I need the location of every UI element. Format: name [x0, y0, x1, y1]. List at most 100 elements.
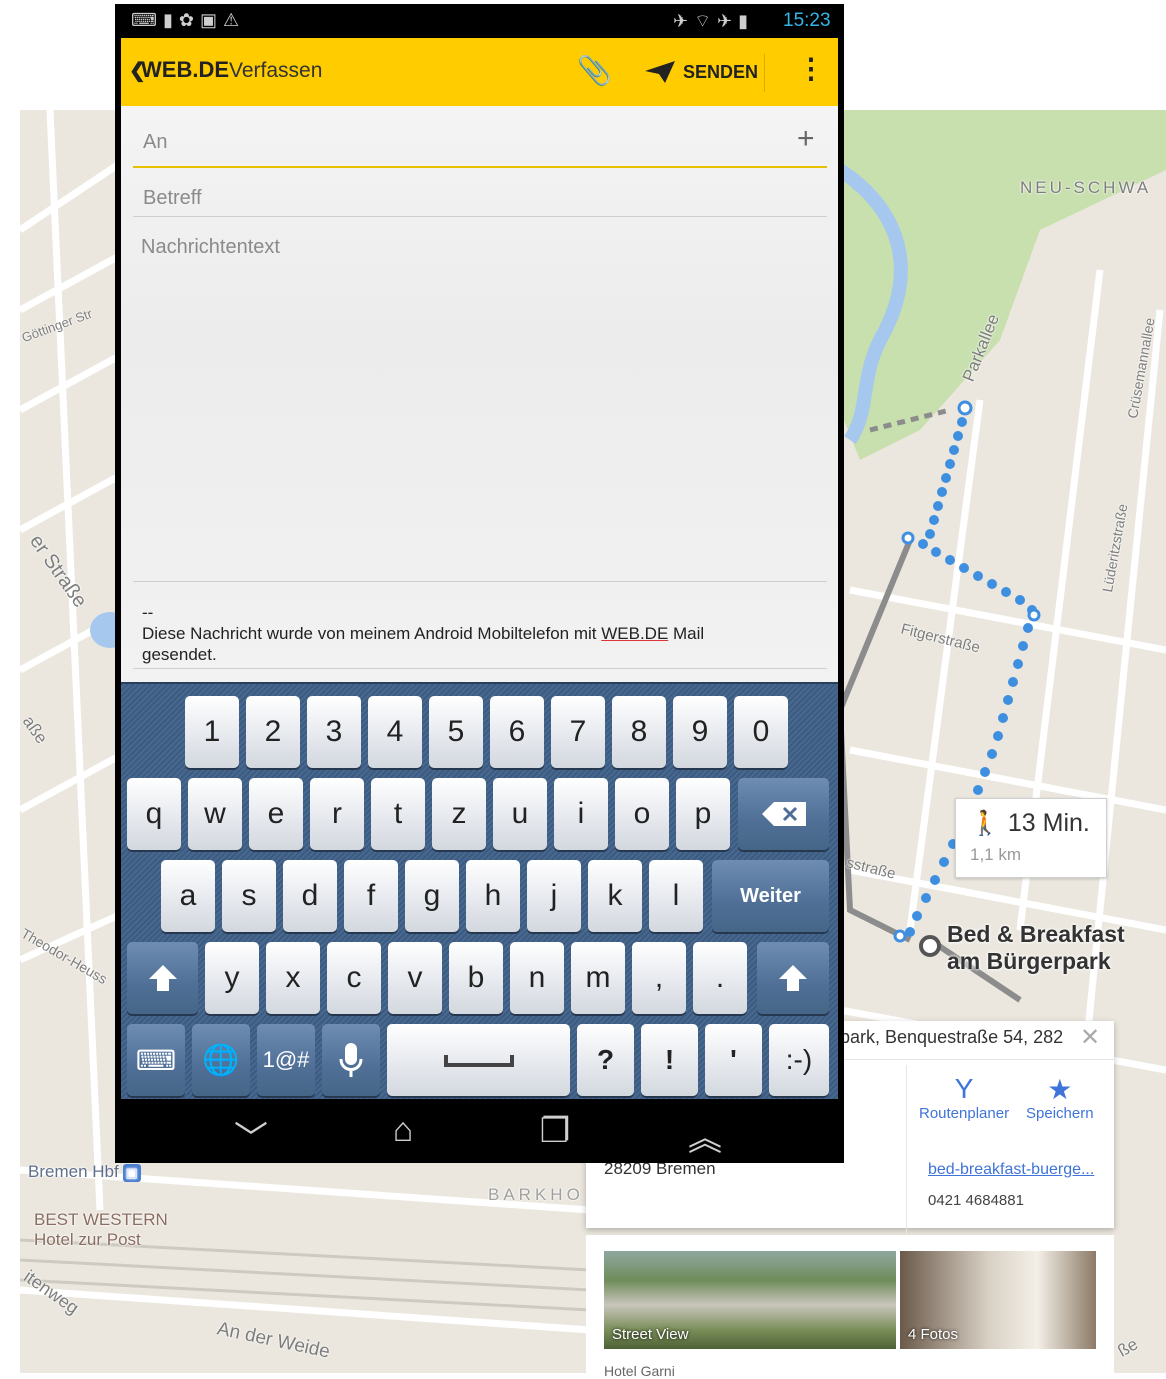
bremen-hbf-text: Bremen Hbf [28, 1162, 119, 1181]
backspace-key[interactable] [738, 778, 829, 850]
photos-thumbnail[interactable]: 4 Fotos [900, 1251, 1096, 1349]
key-comma[interactable]: , [632, 942, 686, 1014]
key-e[interactable]: e [249, 778, 303, 850]
shift-left-key[interactable] [127, 942, 198, 1014]
status-bar: ⌨▮✿▣⚠ ✈⌔✈▮ 15:23 [115, 4, 844, 38]
appbar-separator [764, 54, 765, 92]
street-view-thumbnail[interactable]: Street View [604, 1251, 896, 1349]
key-5[interactable]: 5 [429, 696, 483, 768]
key-a[interactable]: a [161, 860, 215, 932]
signature-underline [133, 668, 827, 669]
speichern-label: Speichern [1026, 1105, 1094, 1122]
key-apostrophe[interactable]: ' [705, 1024, 762, 1096]
signature-prefix: Diese Nachricht wurde von meinem Android… [142, 624, 602, 643]
key-9[interactable]: 9 [673, 696, 727, 768]
destination-label[interactable]: Bed & Breakfast am Bürgerpark [947, 921, 1125, 975]
routenplaner-button[interactable]: Y Routenplaner [919, 1073, 1009, 1122]
paperclip-icon[interactable]: 📎 [577, 54, 612, 87]
subject-input[interactable] [141, 182, 785, 214]
map-label-bremen-hbf: Bremen Hbf ▣ [28, 1162, 141, 1182]
key-w[interactable]: w [188, 778, 242, 850]
message-body-input[interactable] [133, 226, 827, 582]
key-c[interactable]: c [327, 942, 381, 1014]
key-i[interactable]: i [554, 778, 608, 850]
voice-input-key[interactable] [322, 1024, 380, 1096]
key-7[interactable]: 7 [551, 696, 605, 768]
nav-back-chevron-icon[interactable]: ﹀ [221, 1111, 281, 1160]
train-station-icon: ▣ [122, 1163, 141, 1182]
key-r[interactable]: r [310, 778, 364, 850]
key-4[interactable]: 4 [368, 696, 422, 768]
signature-text[interactable]: -- Diese Nachricht wurde von meinem Andr… [142, 602, 822, 665]
key-v[interactable]: v [388, 942, 442, 1014]
walk-time-text: 13 Min. [1007, 809, 1090, 837]
key-o[interactable]: o [615, 778, 669, 850]
key-1[interactable]: 1 [185, 696, 239, 768]
shift-right-key[interactable] [757, 942, 829, 1014]
key-2[interactable]: 2 [246, 696, 300, 768]
shift-arrow-icon [779, 965, 807, 991]
key-z[interactable]: z [432, 778, 486, 850]
key-question[interactable]: ? [577, 1024, 634, 1096]
keyboard-settings-key[interactable]: ⌨ [127, 1024, 185, 1096]
key-3[interactable]: 3 [307, 696, 361, 768]
key-f[interactable]: f [344, 860, 398, 932]
key-s[interactable]: s [222, 860, 276, 932]
key-k[interactable]: k [588, 860, 642, 932]
globe-icon: 🌐 [202, 1043, 240, 1077]
keyboard-icon: ⌨ [135, 1044, 177, 1076]
key-m[interactable]: m [571, 942, 625, 1014]
send-button[interactable]: SENDEN [645, 56, 758, 88]
walk-distance: 1,1 km [970, 845, 1022, 864]
nav-up-chevron-icon[interactable]: ︽ [675, 1111, 735, 1160]
key-n[interactable]: n [510, 942, 564, 1014]
walking-person-icon: 🚶 [970, 810, 1000, 837]
star-icon: ★ [1047, 1074, 1073, 1105]
key-period[interactable]: . [693, 942, 747, 1014]
key-b[interactable]: b [449, 942, 503, 1014]
place-phone[interactable]: 0421 4684881 [928, 1192, 1024, 1209]
walking-time-box[interactable]: 🚶 13 Min. 1,1 km [955, 798, 1107, 878]
map-label-barkhof: BARKHO [488, 1185, 584, 1204]
speichern-button[interactable]: ★ Speichern [1026, 1073, 1094, 1122]
key-u[interactable]: u [493, 778, 547, 850]
weiter-key[interactable]: Weiter [712, 860, 829, 932]
key-h[interactable]: h [466, 860, 520, 932]
key-smiley[interactable]: :-) [769, 1024, 829, 1096]
symbols-key[interactable]: 1@# [257, 1024, 315, 1096]
key-d[interactable]: d [283, 860, 337, 932]
destination-line1: Bed & Breakfast [947, 921, 1125, 947]
backspace-icon [761, 802, 806, 826]
add-recipient-plus-icon[interactable]: + [797, 122, 815, 156]
app-brand[interactable]: WEB.DE [141, 57, 229, 83]
routenplaner-label: Routenplaner [919, 1105, 1010, 1122]
key-0[interactable]: 0 [734, 696, 788, 768]
nav-home-icon[interactable]: ⌂ [373, 1111, 433, 1150]
space-key[interactable] [387, 1024, 570, 1096]
android-phone-window: ⌨▮✿▣⚠ ✈⌔✈▮ 15:23 ❮ WEB.DE Verfassen 📎 SE… [115, 4, 844, 1163]
place-photos: Street View 4 Fotos Hotel Garni [586, 1235, 1114, 1379]
nav-recent-apps-icon[interactable]: ❐ [525, 1111, 585, 1151]
key-x[interactable]: x [266, 942, 320, 1014]
key-g[interactable]: g [405, 860, 459, 932]
place-website-link[interactable]: bed-breakfast-buerge... [928, 1161, 1094, 1179]
language-key[interactable]: 🌐 [192, 1024, 250, 1096]
key-q[interactable]: q [127, 778, 181, 850]
to-input[interactable] [141, 126, 785, 158]
key-y[interactable]: y [205, 942, 259, 1014]
key-8[interactable]: 8 [612, 696, 666, 768]
close-icon[interactable]: ✕ [1080, 1023, 1100, 1052]
key-t[interactable]: t [371, 778, 425, 850]
best-western-line2: Hotel zur Post [34, 1230, 141, 1249]
card-actions-separator [906, 1065, 907, 1235]
key-exclamation[interactable]: ! [641, 1024, 698, 1096]
key-j[interactable]: j [527, 860, 581, 932]
key-p[interactable]: p [676, 778, 730, 850]
directions-icon: Y [954, 1073, 974, 1104]
app-bar: ❮ WEB.DE Verfassen 📎 SENDEN ⋮ [121, 38, 838, 106]
overflow-menu-icon[interactable]: ⋮ [797, 52, 825, 85]
key-6[interactable]: 6 [490, 696, 544, 768]
key-l[interactable]: l [649, 860, 703, 932]
signature-line1: Diese Nachricht wurde von meinem Android… [142, 623, 822, 644]
system-status-icons: ✈⌔✈▮ [673, 11, 754, 31]
